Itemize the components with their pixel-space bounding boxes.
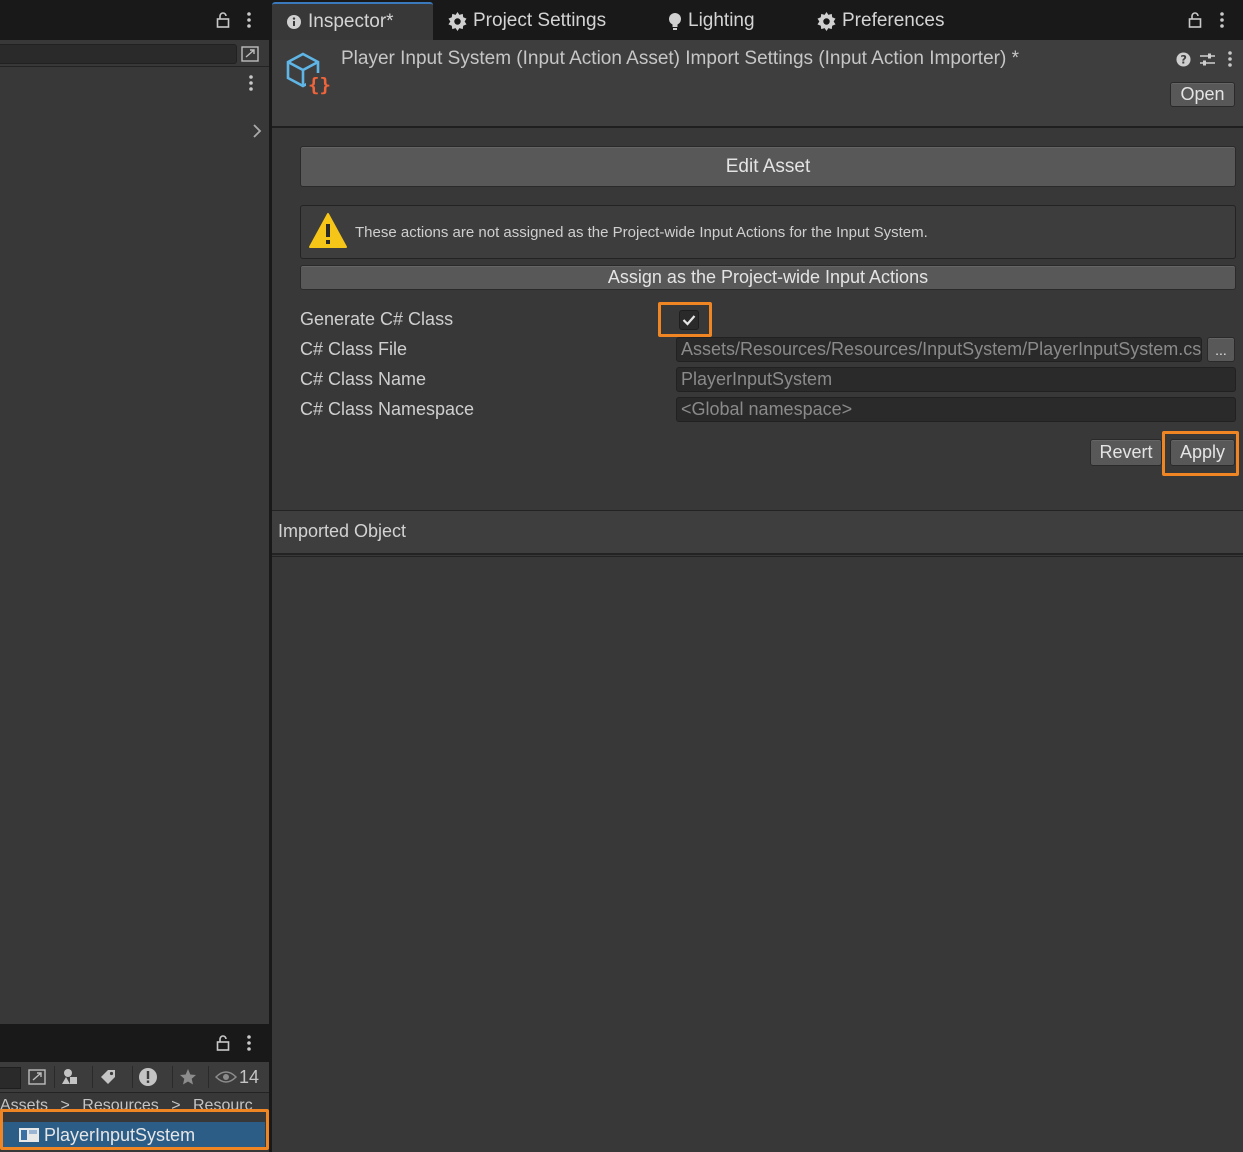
kebab-menu-icon[interactable] bbox=[240, 1034, 258, 1052]
class-name-field[interactable]: PlayerInputSystem bbox=[676, 367, 1236, 392]
imported-object-title: Imported Object bbox=[278, 521, 407, 541]
inspector-header: {} Player Input System (Input Action Ass… bbox=[272, 40, 1243, 128]
namespace-label: C# Class Namespace bbox=[300, 399, 475, 419]
pane-splitter[interactable] bbox=[269, 0, 272, 1152]
left-panel bbox=[0, 0, 269, 1152]
highlight-box-apply bbox=[1162, 431, 1239, 476]
tab-label: Preferences bbox=[842, 10, 945, 31]
project-toolbar: 14 bbox=[0, 1062, 269, 1093]
page-title: Player Input System (Input Action Asset)… bbox=[341, 48, 1019, 69]
gear-icon bbox=[448, 11, 467, 31]
lock-icon[interactable] bbox=[214, 11, 232, 29]
tab-label: Lighting bbox=[688, 10, 755, 31]
input-action-asset-icon: {} bbox=[285, 51, 331, 102]
info-icon bbox=[287, 15, 301, 29]
svg-text:{}: {} bbox=[308, 74, 331, 96]
tab-preferences[interactable]: Preferences bbox=[817, 2, 944, 40]
class-file-label: C# Class File bbox=[300, 339, 408, 359]
favorites-star-icon[interactable] bbox=[172, 1066, 203, 1088]
highlight-box-asset bbox=[0, 1109, 269, 1150]
class-name-label: C# Class Name bbox=[300, 369, 427, 389]
presets-icon[interactable] bbox=[1198, 51, 1216, 67]
visibility-count: 14 bbox=[239, 1066, 260, 1087]
kebab-menu-icon[interactable] bbox=[240, 11, 258, 29]
project-search-input[interactable] bbox=[0, 1067, 21, 1089]
highlight-box-checkbox bbox=[658, 302, 712, 337]
expand-window-icon[interactable] bbox=[240, 44, 260, 63]
imported-object-header[interactable]: Imported Object bbox=[272, 510, 1243, 555]
chevron-right-icon[interactable] bbox=[250, 122, 264, 140]
project-panel-tabbar bbox=[0, 1024, 269, 1062]
divider bbox=[0, 66, 269, 67]
help-icon[interactable]: ? bbox=[1175, 51, 1191, 67]
generate-class-label: Generate C# Class bbox=[300, 309, 454, 329]
lightbulb-icon bbox=[669, 12, 681, 30]
issues-icon[interactable] bbox=[132, 1066, 163, 1088]
tab-inspector[interactable]: Inspector* bbox=[272, 2, 433, 40]
browse-button[interactable]: ... bbox=[1207, 337, 1235, 362]
kebab-menu-icon[interactable] bbox=[244, 74, 258, 92]
kebab-menu-icon[interactable] bbox=[1213, 11, 1231, 29]
filter-by-label-icon[interactable] bbox=[92, 1066, 123, 1088]
warning-helpbox: These actions are not assigned as the Pr… bbox=[300, 205, 1236, 259]
kebab-menu-icon[interactable] bbox=[1225, 51, 1235, 67]
tab-lighting[interactable]: Lighting bbox=[668, 2, 755, 40]
expand-window-icon[interactable] bbox=[22, 1066, 52, 1088]
warning-message: These actions are not assigned as the Pr… bbox=[355, 224, 928, 241]
gear-icon bbox=[817, 11, 836, 31]
tab-label: Project Settings bbox=[473, 10, 607, 31]
left-panel-tabbar bbox=[0, 0, 269, 40]
edit-asset-button[interactable]: Edit Asset bbox=[300, 146, 1236, 187]
lock-icon[interactable] bbox=[1186, 11, 1204, 29]
inspector-tabbar: Inspector* Project Settings Lighting Pre… bbox=[272, 0, 1243, 40]
lock-icon[interactable] bbox=[214, 1034, 232, 1052]
tab-project-settings[interactable]: Project Settings bbox=[448, 2, 606, 40]
tab-label: Inspector* bbox=[308, 11, 394, 32]
assign-project-wide-button[interactable]: Assign as the Project-wide Input Actions bbox=[300, 265, 1236, 290]
svg-text:?: ? bbox=[1180, 53, 1187, 66]
divider bbox=[272, 556, 1243, 557]
eye-icon bbox=[215, 1071, 237, 1083]
left-search-input[interactable] bbox=[0, 44, 237, 64]
open-button[interactable]: Open bbox=[1170, 82, 1235, 107]
namespace-field[interactable]: <Global namespace> bbox=[676, 397, 1236, 422]
warning-icon bbox=[308, 212, 348, 255]
class-file-field[interactable]: Assets/Resources/Resources/InputSystem/P… bbox=[676, 337, 1202, 362]
revert-button[interactable]: Revert bbox=[1090, 439, 1162, 466]
filter-by-type-icon[interactable] bbox=[54, 1066, 85, 1088]
visibility-toggle[interactable]: 14 bbox=[208, 1066, 259, 1088]
